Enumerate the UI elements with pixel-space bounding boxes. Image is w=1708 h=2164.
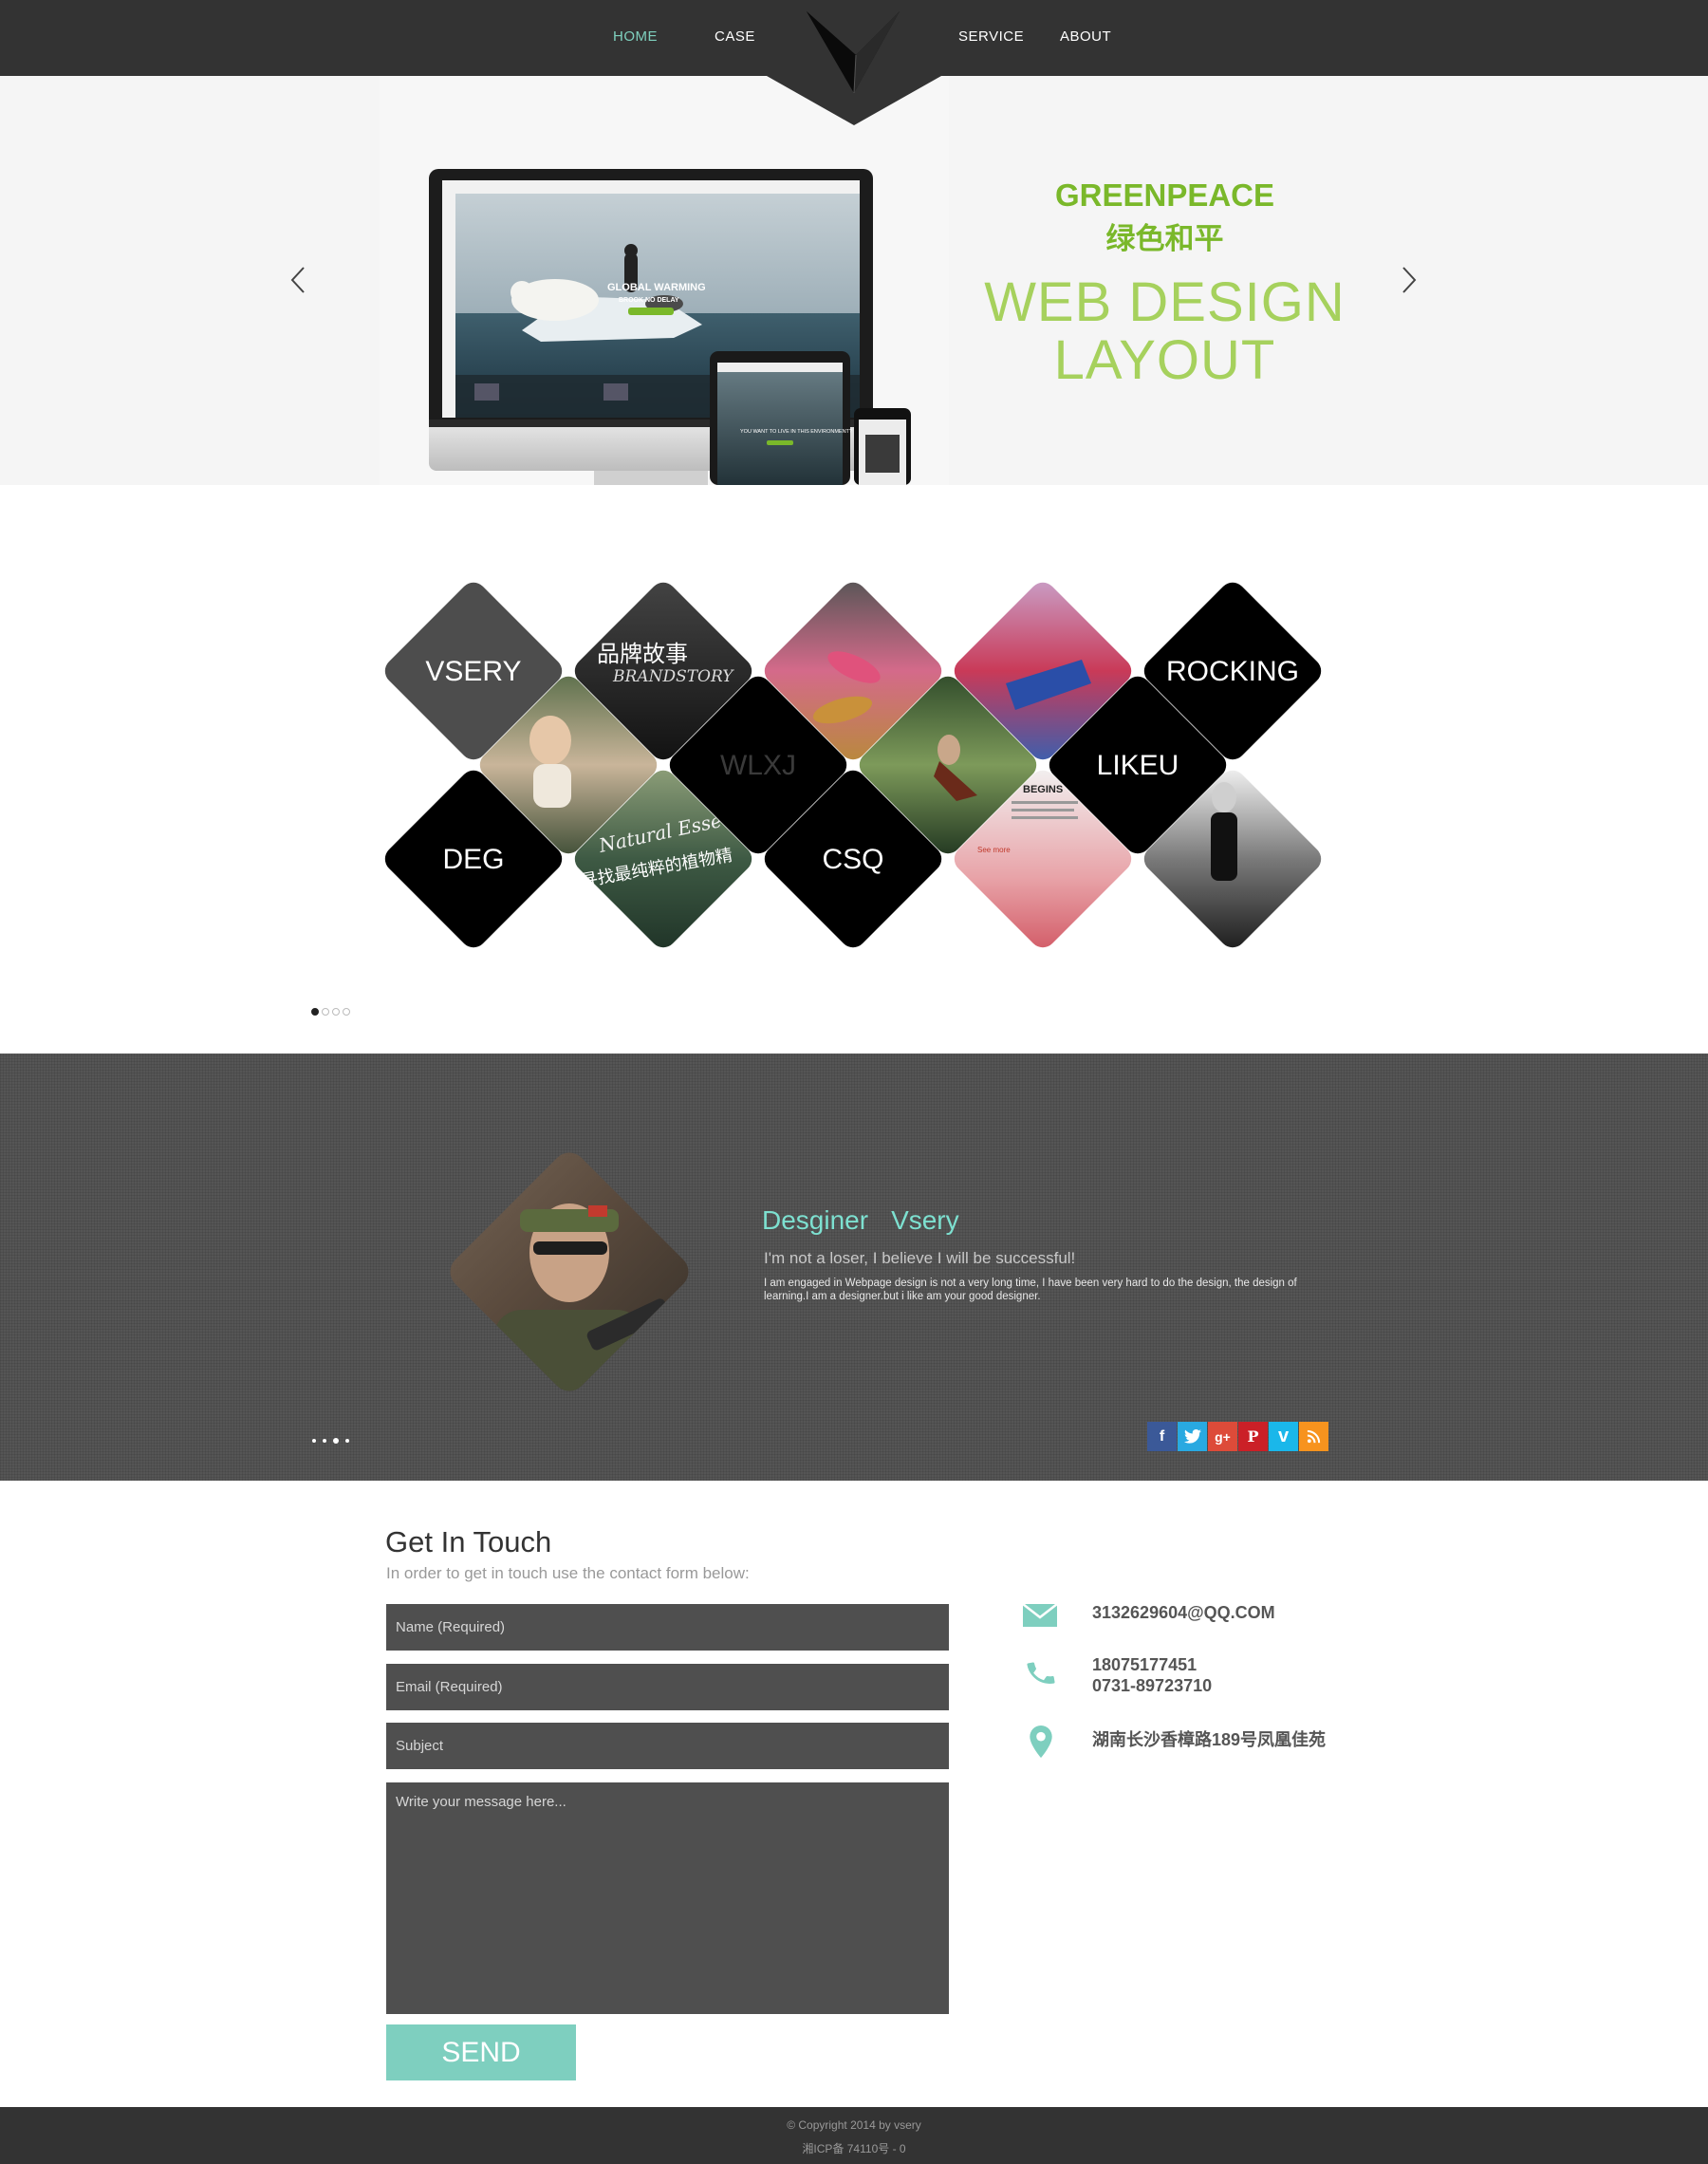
case-label-likeu: LIKEU (1097, 750, 1179, 781)
footer-copyright: © Copyright 2014 by vsery (787, 2118, 921, 2132)
racing-title: BEGINS (1023, 784, 1063, 795)
footer-icp[interactable]: 湘ICP备 74110号 - 0 (0, 2140, 1708, 2156)
case-diamond-grid: 品牌故事 BRANDSTORY Natural Esse 寻找最纯粹的植物精 B… (384, 582, 1322, 948)
google-plus-icon[interactable]: g+ (1208, 1422, 1237, 1451)
case-label-vsery: VSERY (425, 656, 521, 687)
nav-home[interactable]: HOME (613, 28, 658, 45)
mail-icon (1023, 1604, 1057, 1627)
social-links: f g+ P v (1147, 1422, 1328, 1451)
brand-story-en: BRANDSTORY (612, 667, 734, 686)
designer-portrait (443, 1146, 696, 1398)
designer-description: I am engaged in Webpage design is not a … (764, 1278, 1297, 1302)
case-pager-dot-4[interactable] (343, 1008, 350, 1016)
about-pager-dot-3[interactable] (333, 1438, 339, 1444)
designer-role: Desginer (762, 1205, 869, 1235)
hero-title: WEB DESIGN LAYOUT (949, 273, 1381, 389)
hero-brand-cn: 绿色和平 (1105, 222, 1224, 255)
subject-input[interactable] (386, 1723, 949, 1769)
case-pager (311, 1008, 350, 1017)
about-pager-dot-4[interactable] (345, 1439, 349, 1443)
vimeo-icon[interactable]: v (1269, 1422, 1298, 1451)
contact-phone-mobile[interactable]: 18075177451 (1092, 1654, 1197, 1675)
designer-title: Desginer Vsery (762, 1205, 959, 1236)
footer: © Copyright 2014 by vsery 湘ICP备 74110号 -… (0, 2107, 1708, 2164)
case-pager-dot-3[interactable] (332, 1008, 340, 1016)
message-textarea[interactable] (386, 1782, 949, 2014)
see-more-link[interactable]: See more (977, 846, 1011, 854)
contact-subtitle: In order to get in touch use the contact… (386, 1564, 750, 1582)
brand-story-cn: 品牌故事 (597, 641, 688, 667)
hero-brand: GREENPEACE (1054, 177, 1275, 213)
send-button[interactable]: SEND (386, 2024, 576, 2080)
case-label-rocking: ROCKING (1166, 656, 1299, 687)
tablet-caption: YOU WANT TO LIVE IN THIS ENVIRONMENT? (740, 429, 852, 435)
facebook-icon[interactable]: f (1147, 1422, 1177, 1451)
name-input[interactable] (386, 1604, 949, 1651)
hero-title-line1: WEB DESIGN (984, 271, 1346, 333)
phone-icon (1027, 1662, 1055, 1684)
contact-address: 湖南长沙香樟路189号凤凰佳苑 (1092, 1730, 1327, 1749)
twitter-icon[interactable] (1178, 1422, 1207, 1451)
designer-name: Vsery (891, 1205, 959, 1235)
email-input[interactable] (386, 1664, 949, 1710)
nav-case[interactable]: CASE (715, 28, 755, 45)
case-label-wlxj: WLXJ (720, 750, 796, 781)
contact-phone-landline[interactable]: 0731-89723710 (1092, 1675, 1212, 1696)
about-pager (312, 1438, 349, 1444)
case-label-deg: DEG (442, 844, 504, 875)
about-pager-dot-1[interactable] (312, 1439, 316, 1443)
pinterest-icon[interactable]: P (1238, 1422, 1268, 1451)
screen-caption: GLOBAL WARMING (607, 282, 706, 293)
about-pager-dot-2[interactable] (323, 1439, 326, 1443)
screen-caption-sub: BROOK NO DELAY (619, 297, 679, 304)
nav-about[interactable]: ABOUT (1060, 28, 1111, 45)
designer-motto: I'm not a loser, I believe I will be suc… (764, 1249, 1076, 1267)
case-label-csq: CSQ (822, 844, 883, 875)
contact-title: Get In Touch (385, 1525, 552, 1558)
hero-next-arrow[interactable] (1398, 266, 1420, 294)
hero-prev-arrow[interactable] (287, 266, 309, 294)
hero-title-line2: LAYOUT (1053, 329, 1276, 391)
case-pager-dot-1[interactable] (311, 1008, 319, 1016)
location-pin-icon (1030, 1726, 1052, 1758)
responsive-devices-mockup: GLOBAL WARMING BROOK NO DELAY YOU WANT T… (380, 76, 949, 485)
contact-email[interactable]: 3132629604@QQ.COM (1092, 1602, 1275, 1623)
nav-service[interactable]: SERVICE (958, 28, 1024, 45)
case-pager-dot-2[interactable] (322, 1008, 329, 1016)
rss-icon[interactable] (1299, 1422, 1328, 1451)
logo[interactable] (767, 0, 941, 125)
